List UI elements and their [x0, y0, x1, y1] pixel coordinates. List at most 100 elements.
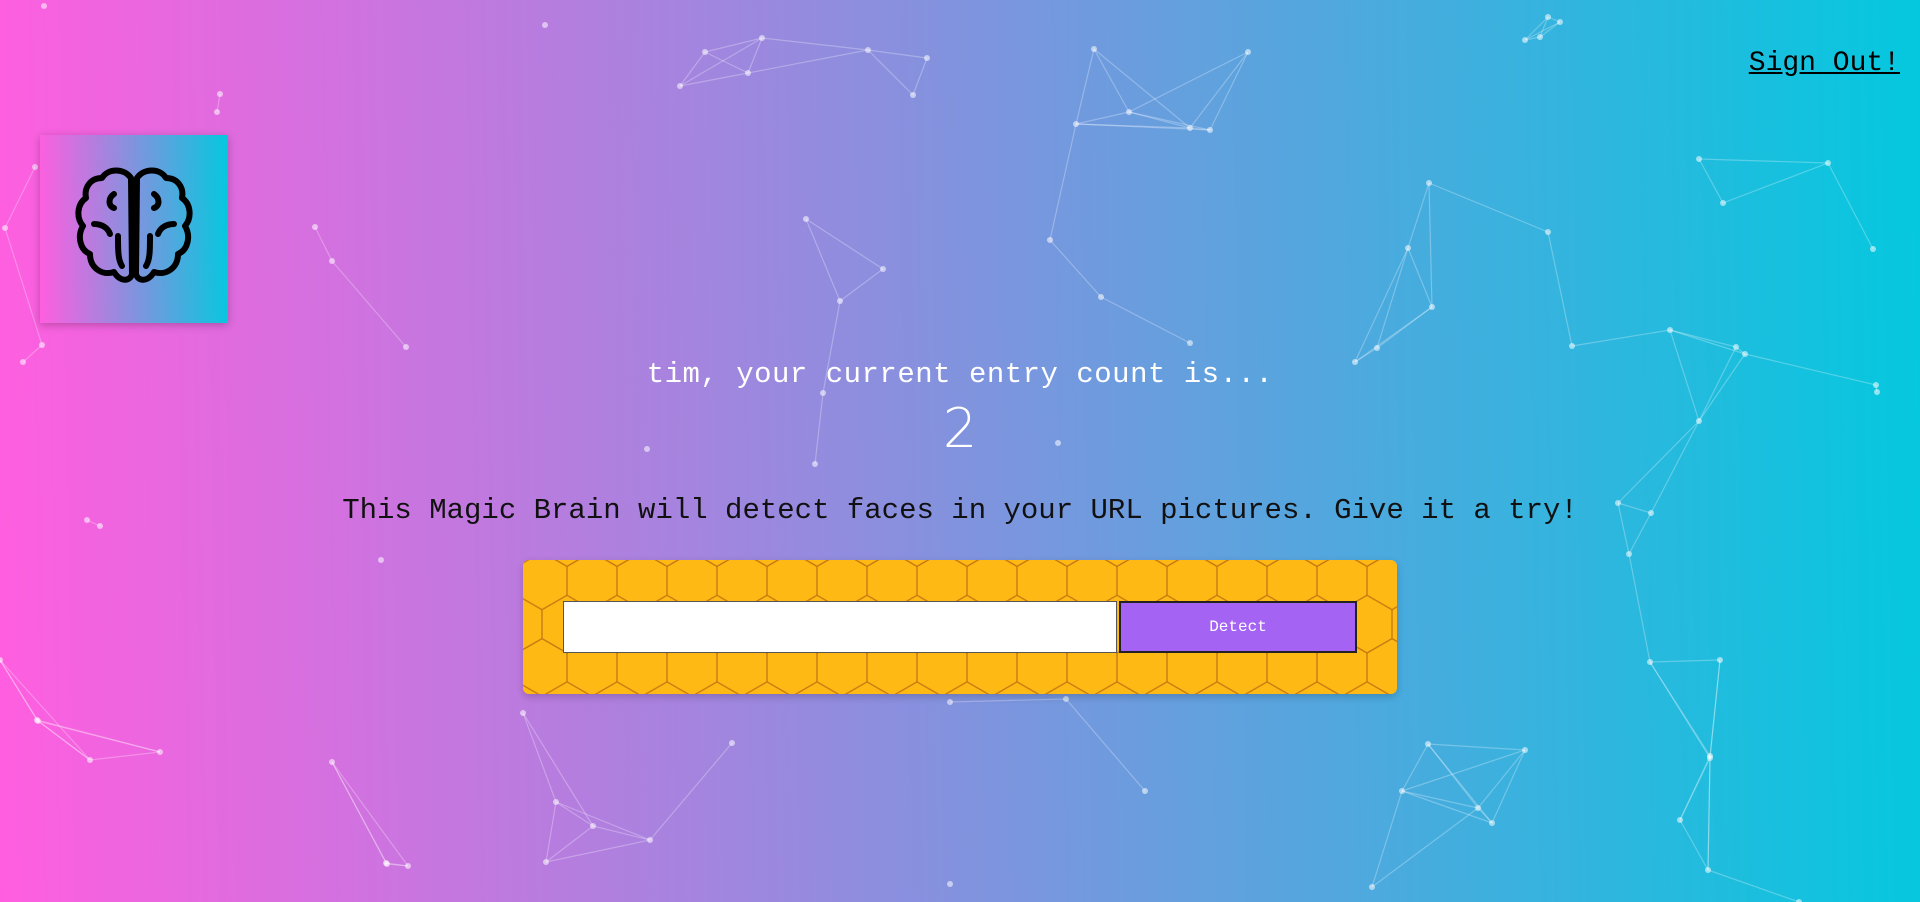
particle-link [4, 227, 43, 346]
particle-node [1405, 245, 1411, 251]
particle-node [1091, 46, 1097, 52]
particle-link [1128, 51, 1249, 113]
particle-node [405, 863, 411, 869]
particle-link [1075, 48, 1095, 125]
particle-link [1477, 749, 1526, 809]
particle-node [39, 342, 45, 348]
particle-node [1522, 747, 1528, 753]
particle-link [555, 801, 651, 841]
particle-node [329, 258, 335, 264]
particle-node [1126, 109, 1132, 115]
particle-node [553, 799, 559, 805]
particle-node [1733, 344, 1739, 350]
particle-node [865, 47, 871, 53]
particle-node [1667, 327, 1673, 333]
particle-node [1522, 37, 1528, 43]
particle-link [545, 801, 557, 863]
particle-link [1407, 182, 1430, 249]
particle-link [1065, 698, 1146, 792]
particle-node [542, 22, 548, 28]
particle-node [702, 49, 708, 55]
particle-link [1571, 329, 1671, 347]
particle-link [1722, 162, 1829, 204]
particle-node [1475, 805, 1481, 811]
particle-node [759, 35, 765, 41]
image-url-input[interactable] [563, 601, 1117, 653]
particle-link [1075, 111, 1130, 125]
particle-node [1569, 343, 1575, 349]
particle-node [1399, 788, 1405, 794]
particle-node [1426, 180, 1432, 186]
particle-node [1537, 34, 1543, 40]
particle-link [704, 37, 763, 53]
particle-link [314, 226, 333, 262]
particle-link [555, 801, 594, 827]
particle-node [1369, 884, 1375, 890]
particle-node [1489, 820, 1495, 826]
particle-node [803, 216, 809, 222]
particle-link [1371, 790, 1403, 888]
particle-node [34, 717, 40, 723]
particle-node [1707, 753, 1713, 759]
particle-link [1049, 123, 1077, 241]
particle-link [1698, 158, 1724, 204]
particle-node [217, 91, 223, 97]
particle-link [704, 51, 749, 74]
particle-node [745, 70, 751, 76]
particle-link [1547, 231, 1573, 347]
particle-link [1524, 16, 1549, 41]
particle-link [679, 51, 706, 87]
particle-link [331, 260, 407, 348]
particle-link [1679, 819, 1709, 871]
app-description: This Magic Brain will detect faces in yo… [342, 494, 1578, 527]
particle-node [1073, 121, 1079, 127]
particle-link [839, 268, 884, 302]
particle-link [1049, 239, 1102, 298]
particle-link [1649, 659, 1721, 663]
particle-node [312, 224, 318, 230]
particle-node [947, 881, 953, 887]
particle-node [1696, 156, 1702, 162]
particle-node [837, 298, 843, 304]
particle-node [1557, 19, 1563, 25]
particle-node [383, 860, 389, 866]
particle-link [747, 49, 869, 74]
particle-link [0, 659, 91, 761]
particle-node [677, 83, 683, 89]
particle-node [1098, 294, 1104, 300]
particle-node [1870, 246, 1876, 252]
particle-link [1401, 749, 1526, 792]
sign-out-link[interactable]: Sign Out! [1749, 48, 1900, 79]
particle-node [947, 699, 953, 705]
particle-link [1093, 48, 1130, 113]
particle-link [867, 49, 928, 59]
particle-node [520, 710, 526, 716]
particle-node [41, 3, 47, 9]
brain-icon [75, 167, 193, 283]
particle-node [924, 55, 930, 61]
particle-node [329, 759, 335, 765]
entry-count-message: tim, your current entry count is... [646, 358, 1274, 391]
particle-link [1491, 749, 1526, 824]
particle-node [214, 109, 220, 115]
particle-link [867, 49, 914, 96]
particle-link [761, 37, 869, 51]
particle-node [1717, 657, 1723, 663]
particle-node [1374, 345, 1380, 351]
logo[interactable] [40, 135, 228, 323]
particle-node [647, 837, 653, 843]
particle-node [1677, 817, 1683, 823]
particle-link [805, 218, 884, 270]
particle-link [1649, 661, 1711, 757]
particle-link [1709, 659, 1721, 757]
particle-node [812, 461, 818, 467]
particle-node [2, 225, 8, 231]
detect-button[interactable]: Detect [1119, 601, 1357, 653]
particle-link [1209, 51, 1249, 131]
particle-node [880, 266, 886, 272]
particle-node [1545, 14, 1551, 20]
image-url-form: Detect [523, 560, 1397, 694]
particle-link [89, 751, 161, 761]
particle-node [1429, 304, 1435, 310]
particle-node [403, 344, 409, 350]
